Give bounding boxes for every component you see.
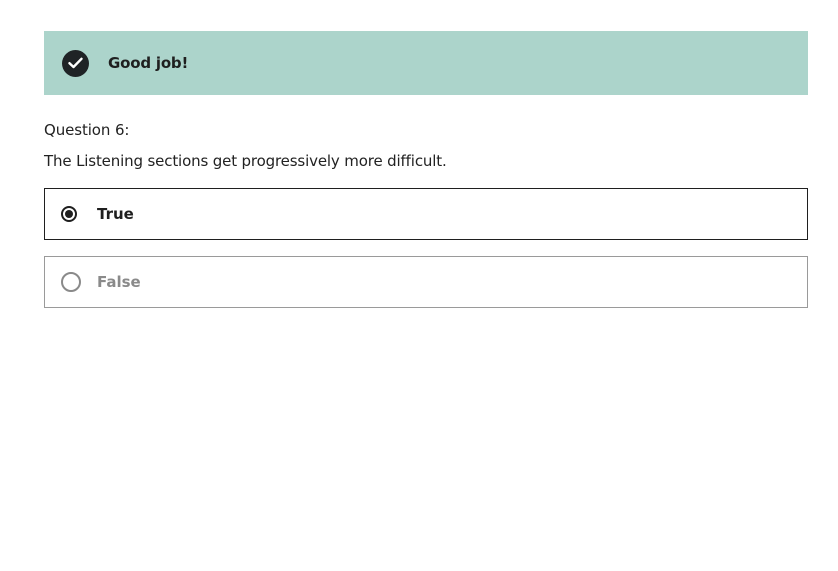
radio-selected-icon[interactable] — [61, 206, 77, 222]
check-circle-icon — [62, 49, 89, 77]
option-label: False — [97, 273, 141, 291]
feedback-message: Good job! — [108, 54, 189, 72]
option-true[interactable]: True — [44, 188, 808, 240]
radio-unselected-icon[interactable] — [61, 272, 81, 292]
question-text: The Listening sections get progressively… — [44, 152, 447, 170]
feedback-banner: Good job! — [44, 31, 808, 95]
question-number: Question 6: — [44, 121, 130, 139]
option-false[interactable]: False — [44, 256, 808, 308]
option-label: True — [97, 205, 134, 223]
